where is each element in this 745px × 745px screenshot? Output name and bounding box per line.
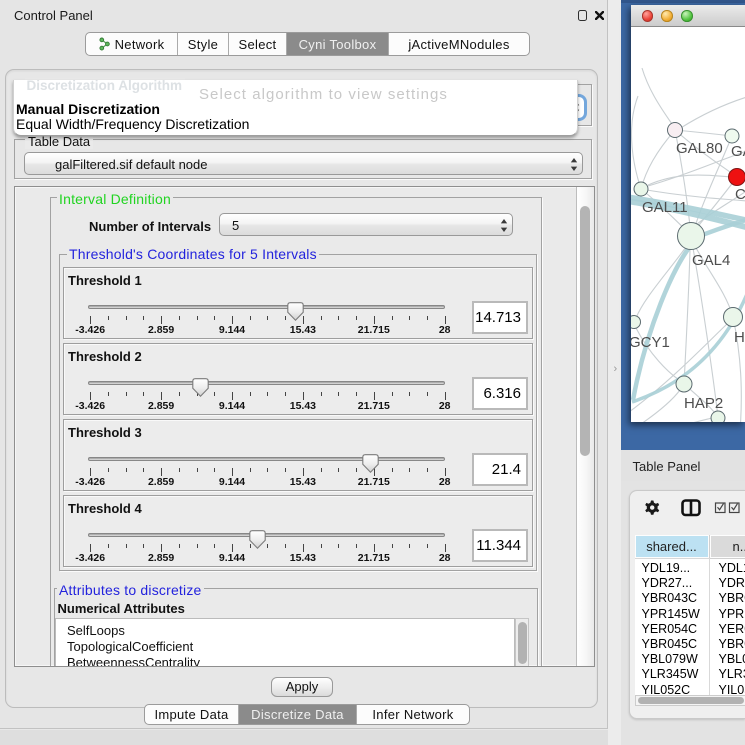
svg-text:GAL11: GAL11 (642, 199, 688, 216)
svg-text:C: C (735, 186, 745, 203)
svg-text:GAL4: GAL4 (692, 252, 730, 269)
svg-text:H: H (734, 329, 745, 346)
svg-text:GAL80: GAL80 (676, 140, 723, 157)
svg-text:GA: GA (731, 143, 745, 160)
svg-text:HAP2: HAP2 (684, 395, 723, 412)
svg-text:GCY1: GCY1 (631, 334, 670, 351)
